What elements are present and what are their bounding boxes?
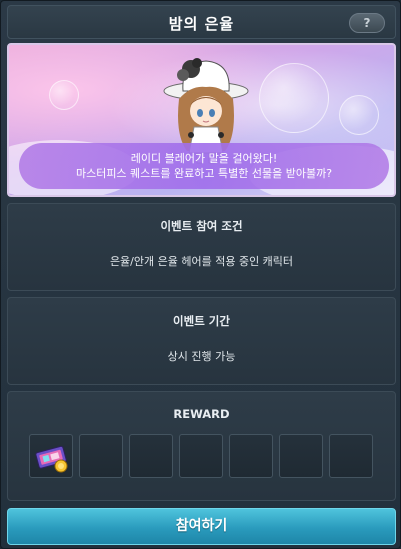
period-title: 이벤트 기간 [173, 314, 230, 328]
event-banner: 레이디 블레어가 말을 걸어왔다! 마스터피스 퀘스트를 완료하고 특별한 선물… [7, 43, 396, 197]
participation-condition-panel: 이벤트 참여 조건 은율/안개 은율 헤어를 적용 중인 캐릭터 [7, 203, 396, 291]
join-button[interactable]: 참여하기 [7, 508, 396, 545]
reward-slot-4[interactable] [179, 434, 223, 478]
reward-slot-6[interactable] [279, 434, 323, 478]
condition-title: 이벤트 참여 조건 [160, 219, 243, 233]
npc-message-line2: 마스터피스 퀘스트를 완료하고 특별한 선물을 받아볼까? [75, 167, 333, 180]
reward-slot-1[interactable] [29, 434, 73, 478]
reward-slot-7[interactable] [329, 434, 373, 478]
event-period-panel: 이벤트 기간 상시 진행 가능 [7, 297, 396, 385]
bubble-decoration [339, 95, 379, 135]
npc-message-bubble: 레이디 블레어가 말을 걸어왔다! 마스터피스 퀘스트를 완료하고 특별한 선물… [19, 143, 389, 189]
reward-panel: REWARD [7, 391, 396, 501]
bubble-decoration [259, 63, 329, 133]
coupon-ticket-icon [35, 445, 68, 473]
reward-title: REWARD [173, 407, 230, 421]
npc-message-line1: 레이디 블레어가 말을 걸어왔다! [130, 152, 278, 165]
condition-text: 은율/안개 은율 헤어를 적용 중인 캐릭터 [109, 255, 294, 268]
bubble-decoration [49, 80, 79, 110]
help-button[interactable]: ? [349, 13, 385, 33]
reward-slot-2[interactable] [79, 434, 123, 478]
period-text: 상시 진행 가능 [167, 350, 236, 363]
reward-slot-3[interactable] [129, 434, 173, 478]
title-bar: 밤의 은율 ? [7, 5, 396, 39]
window-title: 밤의 은율 [168, 15, 235, 33]
reward-slot-5[interactable] [229, 434, 273, 478]
event-window: 밤의 은율 ? 레이디 블레어가 말을 걸어왔다! 마스터피스 퀘스트를 완료하… [0, 0, 401, 549]
